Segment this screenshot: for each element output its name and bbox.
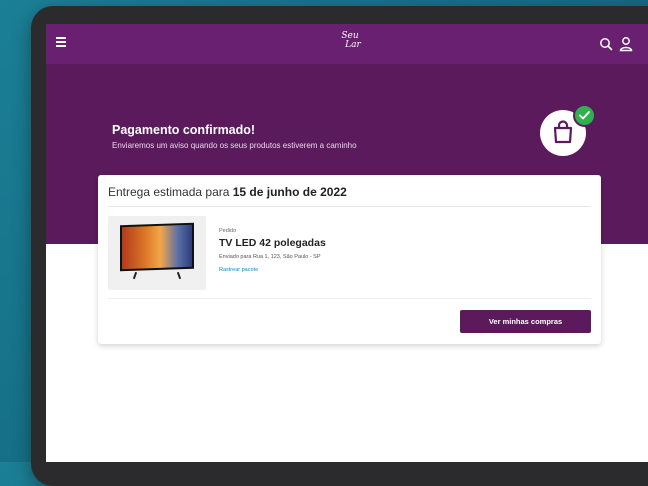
logo-line2: Lar [345, 40, 361, 50]
delivery-date: 15 de junho de 2022 [232, 185, 347, 199]
product-name: TV LED 42 polegadas [219, 237, 326, 249]
brand-logo[interactable]: Seu Lar [336, 32, 364, 58]
product-image [108, 216, 206, 290]
shipping-address: Enviado para Rua 1, 123, São Paulo - SP [219, 254, 321, 260]
order-label: Pedido [219, 228, 237, 234]
confirmation-subtitle: Enviaremos um aviso quando os seus produ… [112, 141, 357, 150]
confirmation-title: Pagamento confirmado! [112, 123, 256, 137]
search-icon[interactable] [599, 37, 613, 51]
app-screen: Seu Lar Pagamento confirmado! Enviaremos… [46, 24, 648, 462]
user-icon[interactable] [619, 36, 633, 52]
delivery-prefix: Entrega estimada para [108, 185, 230, 199]
top-navigation-bar: Seu Lar [46, 24, 648, 64]
view-purchases-button[interactable]: Ver minhas compras [460, 310, 591, 333]
hamburger-icon[interactable] [56, 37, 66, 47]
order-card: Entrega estimada para 15 de junho de 202… [98, 175, 601, 344]
divider [108, 298, 591, 299]
estimated-delivery: Entrega estimada para 15 de junho de 202… [108, 185, 347, 199]
track-package-link[interactable]: Rastrear pacote [219, 267, 258, 273]
tv-illustration [120, 222, 194, 272]
divider [108, 206, 591, 207]
check-icon [573, 104, 596, 127]
